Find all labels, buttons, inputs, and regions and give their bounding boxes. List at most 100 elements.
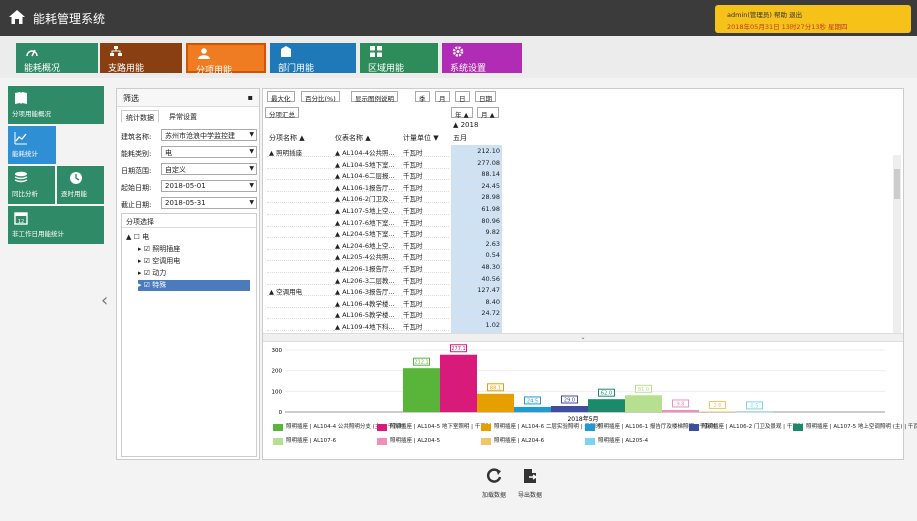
bar[interactable] (514, 406, 551, 412)
row-group[interactable] (267, 157, 331, 169)
legend-item[interactable]: 照明插座 | AL106-2 门卫及景观 | 千瓦时 (689, 424, 803, 437)
row-meter[interactable]: ▲ AL106-1报告厅... (333, 180, 399, 192)
splitter-bar[interactable]: ⌄ (263, 333, 903, 342)
home-icon[interactable] (9, 10, 25, 24)
col-header-unit[interactable]: 计量单位 ▼ (403, 133, 439, 143)
row-meter[interactable]: ▲ AL104-5地下室... (333, 157, 399, 169)
legend-item[interactable]: 照明插座 | AL104-5 地下室照明 | 千瓦时 (377, 424, 491, 437)
building-icon (281, 46, 291, 57)
leftnav-item-statistics[interactable]: 能耗统计 (8, 126, 56, 164)
bar[interactable] (440, 354, 477, 412)
bar[interactable] (662, 409, 699, 412)
legend-item[interactable]: 照明插座 | AL204-5 (377, 438, 479, 451)
row-group[interactable] (267, 249, 331, 262)
refresh-button[interactable]: 加载数据 (474, 468, 514, 504)
row-group[interactable] (267, 273, 331, 285)
tree-node-power[interactable]: ▸ ☑ 动力 (138, 268, 166, 279)
leftnav-item-hourly[interactable]: 逐时用能 (57, 166, 104, 204)
start-date-input[interactable]: 2018-05-01 ▼ (161, 180, 257, 192)
bar[interactable] (588, 399, 625, 412)
col-header-item[interactable]: 分项名称 ▲ (269, 133, 305, 143)
row-group[interactable] (267, 191, 331, 204)
tree-node-electric[interactable]: ▲ ☐ 电 (126, 232, 149, 243)
pin-icon[interactable]: ▪ (248, 93, 253, 102)
legend-item[interactable]: 照明插座 | AL104-4 公共照明分支 (主) | 千瓦时 (273, 424, 404, 437)
row-meter[interactable]: ▲ AL109-4地下科... (333, 319, 399, 331)
building-select[interactable]: 苏州市沧浪中学监控建 ▼ (161, 129, 257, 141)
row-meter[interactable]: ▲ AL204-5地下室... (333, 226, 399, 239)
row-group[interactable] (267, 307, 331, 320)
bar-value-label: 24.5 (527, 398, 538, 404)
row-meter[interactable]: ▲ AL106-5教学楼... (333, 307, 399, 320)
tree-node-special[interactable]: ▸ ☑ 特殊 (138, 280, 250, 291)
tab-anomaly-settings[interactable]: 异常设置 (165, 110, 201, 123)
row-meter[interactable]: ▲ AL106-4教学楼... (333, 296, 399, 308)
maximize-button[interactable]: 最大化 (267, 91, 295, 103)
row-group[interactable] (267, 296, 331, 308)
legend-item[interactable]: 照明插座 | AL107-6 (273, 438, 375, 451)
legend-item[interactable]: 照明插座 | AL204-6 (481, 438, 583, 451)
row-meter[interactable]: ▲ AL107-5地上空... (333, 203, 399, 215)
row-meter[interactable]: ▲ AL104-4公共照... (333, 145, 399, 157)
row-meter[interactable]: ▲ AL206-3二层教... (333, 273, 399, 285)
bar[interactable] (625, 395, 662, 412)
energy-type-select[interactable]: 电 ▼ (161, 146, 257, 158)
season-button[interactable]: 季 (415, 91, 430, 103)
row-group[interactable]: ▲ 空调用电 (267, 284, 331, 297)
leftnav-item-overview[interactable]: 分项用能概况 (8, 86, 104, 124)
row-group[interactable] (267, 215, 331, 227)
module-tile-itemized[interactable]: 分项用能 (186, 43, 266, 76)
module-tile-branch[interactable]: 支路用能 (100, 43, 182, 74)
col-header-meter[interactable]: 仪表名称 ▲ (335, 133, 371, 143)
export-button[interactable]: 导出数据 (510, 468, 550, 504)
row-meter[interactable]: ▲ AL206-1报告厅... (333, 261, 399, 273)
bar[interactable] (551, 406, 588, 412)
row-group[interactable]: ▲ 照明插座 (267, 145, 331, 157)
legend-item[interactable]: 照明插座 | AL205-4 (585, 438, 687, 451)
date-button[interactable]: 日期 (475, 91, 496, 103)
legend-item[interactable]: 照明插座 | AL104-6 二层实验照明 | 千瓦时 (481, 424, 601, 437)
bar-value-label: 277.1 (451, 346, 465, 352)
year-value: ▲ 2018 (453, 121, 479, 129)
year-header[interactable]: 年 ▲ (451, 107, 473, 119)
bar[interactable] (736, 411, 773, 413)
row-meter[interactable]: ▲ AL205-4公共照... (333, 249, 399, 262)
row-group[interactable] (267, 261, 331, 273)
summary-button[interactable]: 分项汇总 (265, 107, 299, 119)
row-group[interactable] (267, 203, 331, 215)
module-tile-settings[interactable]: 系统设置 (442, 43, 522, 74)
row-meter[interactable]: ▲ AL204-6地上空... (333, 238, 399, 250)
show-legend-button[interactable]: 显示图例说明 (351, 91, 398, 103)
leftnav-item-yoy[interactable]: 同比分析 (8, 166, 55, 204)
leftnav-item-nonworkday[interactable]: 12 非工作日用能统计 (8, 206, 104, 244)
bar[interactable] (403, 368, 440, 412)
row-meter[interactable]: ▲ AL106-2门卫及... (333, 191, 399, 204)
row-meter[interactable]: ▲ AL106-3报告厅... (333, 284, 399, 297)
row-group[interactable] (267, 319, 331, 331)
row-group[interactable] (267, 168, 331, 181)
module-tile-department[interactable]: 部门用能 (270, 43, 356, 74)
row-group[interactable] (267, 180, 331, 192)
date-range-select[interactable]: 自定义 ▼ (161, 163, 257, 175)
bar[interactable] (699, 411, 736, 412)
month-button[interactable]: 月 (435, 91, 450, 103)
module-tile-area[interactable]: 区域用能 (360, 43, 438, 74)
row-meter[interactable]: ▲ AL104-6二层报... (333, 168, 399, 181)
day-button[interactable]: 日 (455, 91, 470, 103)
user-line[interactable]: admin(管理员) 帮助 退出 (727, 9, 802, 19)
end-date-input[interactable]: 2018-05-31 ▼ (161, 197, 257, 209)
vertical-scrollbar[interactable] (893, 155, 901, 341)
legend-item[interactable]: 照明插座 | AL106-1 报告厅及楼梯照明 | 千瓦时 (585, 424, 716, 437)
tree-node-lighting[interactable]: ▸ ☑ 照明插座 (138, 244, 180, 255)
module-tile-energy-overview[interactable]: 能耗概况 (16, 43, 98, 74)
percent-button[interactable]: 百分比(%) (301, 91, 340, 103)
month-header[interactable]: 月 ▲ (477, 107, 499, 119)
row-group[interactable] (267, 226, 331, 239)
tree-node-aircon[interactable]: ▸ ☑ 空调用电 (138, 256, 180, 267)
legend-item[interactable]: 照明插座 | AL107-5 地上空调照明 (主) | 千瓦时 (793, 424, 917, 437)
tab-statistics[interactable]: 统计数据 (121, 110, 159, 123)
row-meter[interactable]: ▲ AL107-6地下室... (333, 215, 399, 227)
bar[interactable] (477, 393, 514, 412)
collapse-panel-icon[interactable]: ‹ (101, 290, 108, 311)
row-group[interactable] (267, 238, 331, 250)
